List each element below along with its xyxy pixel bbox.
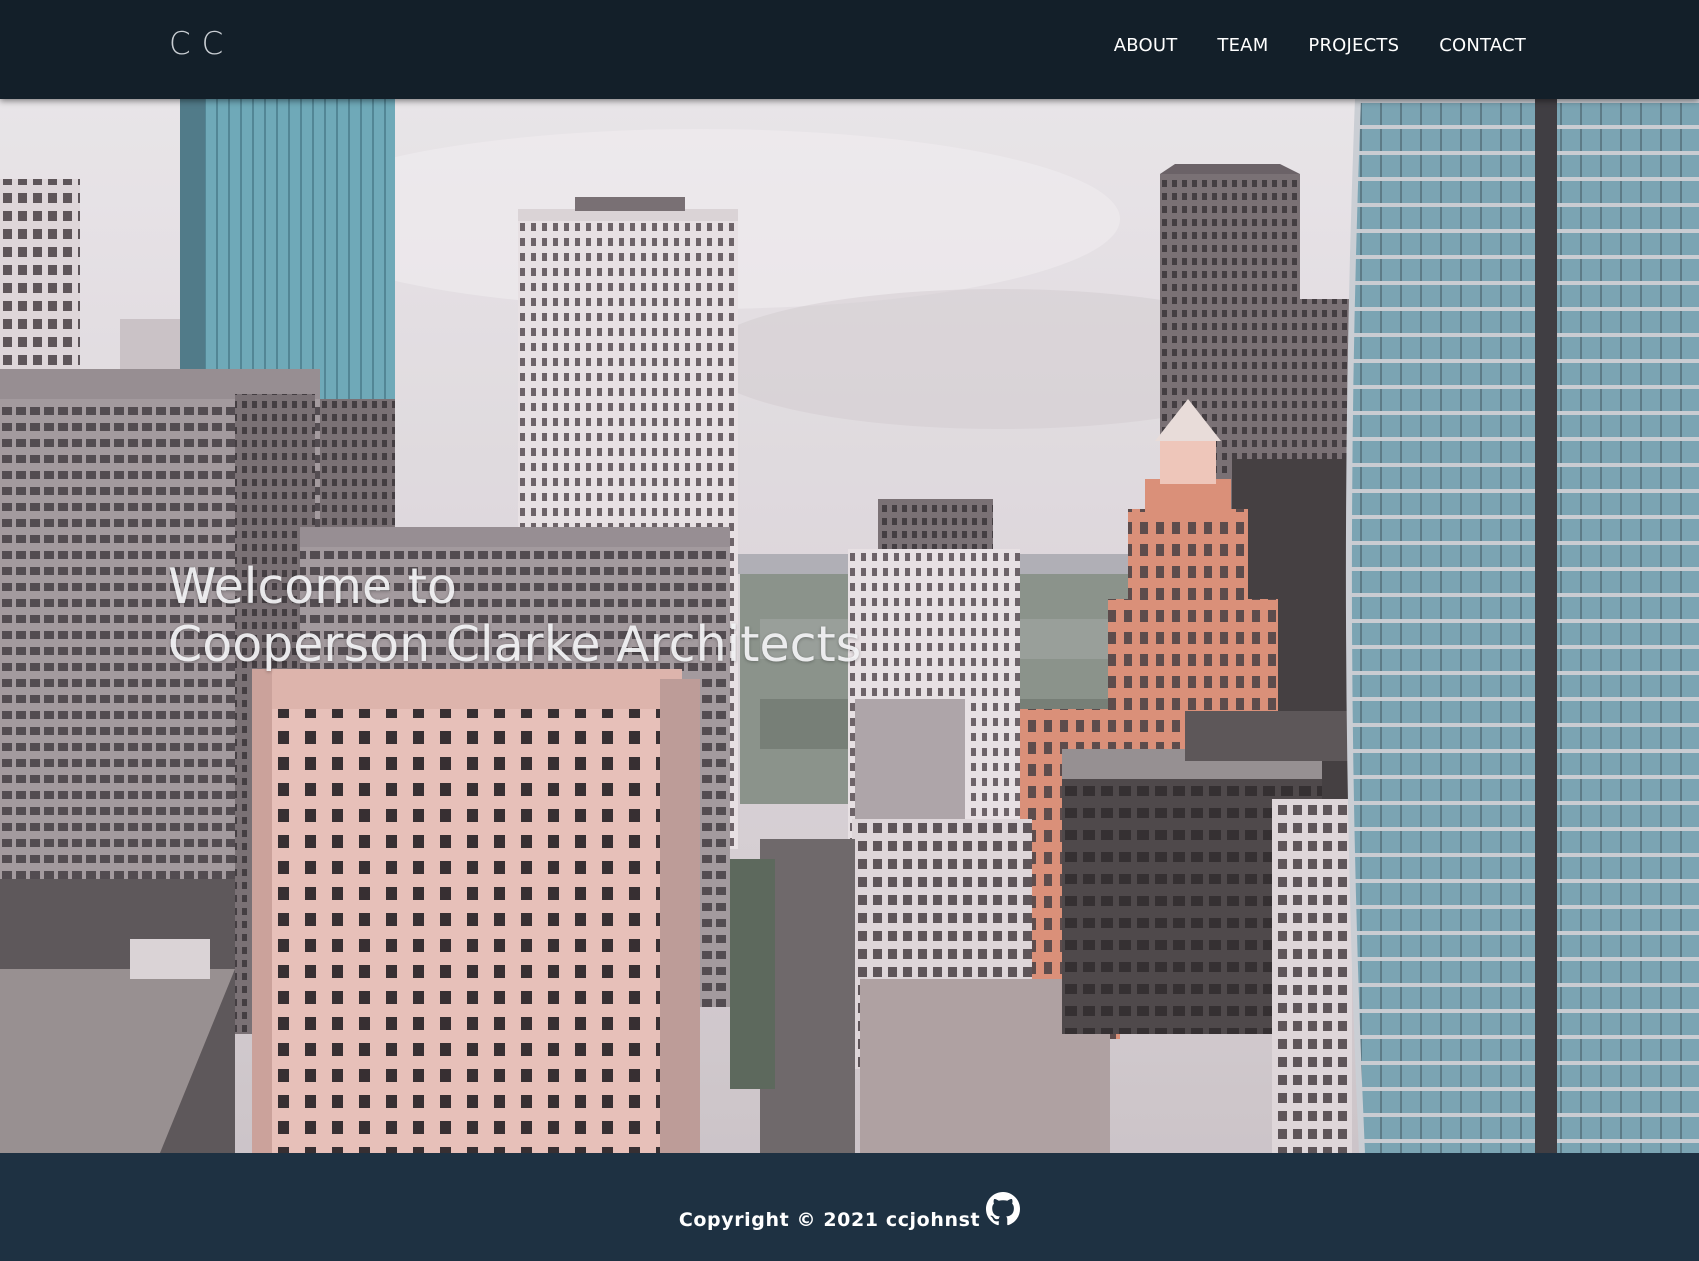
hero-heading: Welcome to Cooperson Clarke Architects <box>168 558 861 674</box>
footer-content: Copyright © 2021 ccjohnst <box>0 1192 1699 1231</box>
hero-heading-line1: Welcome to <box>168 558 457 615</box>
nav-projects[interactable]: PROJECTS <box>1308 35 1399 56</box>
hero-heading-line2: Cooperson Clarke Architects <box>168 616 862 673</box>
logo[interactable]: CC <box>169 26 234 62</box>
nav-team[interactable]: TEAM <box>1217 35 1268 56</box>
main-nav: ABOUT TEAM PROJECTS CONTACT <box>1114 35 1526 56</box>
site-header: CC ABOUT TEAM PROJECTS CONTACT <box>0 0 1699 99</box>
nav-contact[interactable]: CONTACT <box>1439 35 1526 56</box>
site-footer: Copyright © 2021 ccjohnst <box>0 1153 1699 1261</box>
copyright-text: Copyright © 2021 ccjohnst <box>678 1209 981 1231</box>
nav-about[interactable]: ABOUT <box>1114 35 1178 56</box>
github-icon[interactable] <box>986 1192 1021 1226</box>
hero-section: Welcome to Cooperson Clarke Architects <box>0 99 1699 1153</box>
